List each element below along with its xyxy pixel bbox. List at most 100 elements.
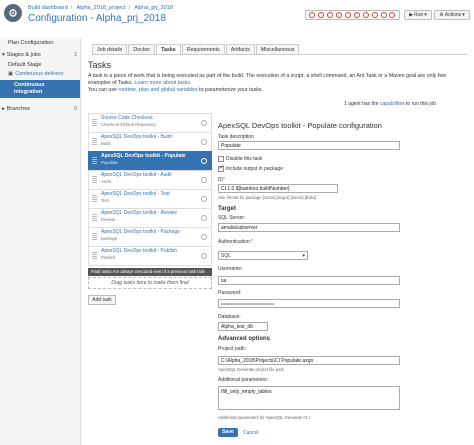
drag-handle-icon[interactable] xyxy=(92,214,97,222)
chevron-down-icon: ▾ xyxy=(462,12,465,18)
failed-build-icon[interactable] xyxy=(345,12,351,18)
failed-build-icon[interactable] xyxy=(353,12,360,18)
actions-label: Actions xyxy=(444,12,462,18)
add-task-button[interactable]: Add task xyxy=(88,295,116,305)
tab-requirements[interactable]: Requirements xyxy=(181,44,225,54)
sidebar-item-label: integration xyxy=(14,89,43,95)
drag-handle-icon[interactable] xyxy=(92,119,97,127)
sidebar-item-stages-jobs[interactable]: ▾ Stages & jobs 2 xyxy=(0,50,80,59)
run-button[interactable]: ▶ Run ▾ xyxy=(404,10,432,20)
drag-handle-icon[interactable] xyxy=(92,157,97,165)
run-label: Run xyxy=(414,12,424,18)
sidebar-item-default-stage[interactable]: Default Stage xyxy=(0,61,80,69)
description-line: examples of Tasks. Learn more about task… xyxy=(88,80,468,87)
task-status-icon xyxy=(201,120,207,126)
breadcrumb-build-dashboard[interactable]: Build dashboard xyxy=(28,5,68,11)
learn-more-link[interactable]: Learn more about tasks. xyxy=(134,80,191,86)
tab-artifacts[interactable]: Artifacts xyxy=(225,44,255,54)
failed-build-icon[interactable] xyxy=(371,12,378,18)
id-label: ID* xyxy=(218,177,225,183)
save-button[interactable]: Save xyxy=(218,428,238,437)
include-output-label: Include output in package xyxy=(226,166,283,172)
disable-task-checkbox[interactable] xyxy=(218,156,224,162)
task-item[interactable]: ApexSQL DevOps toolkit - Test Test xyxy=(88,189,212,209)
database-label: Database: xyxy=(218,314,241,320)
sql-server-input[interactable]: amalia\sqlserver xyxy=(218,223,400,232)
target-heading: Target xyxy=(218,206,236,212)
drag-handle-icon[interactable] xyxy=(92,138,97,146)
additional-params-textarea[interactable]: /fill_only_empty_tables xyxy=(218,386,400,410)
task-name: ApexSQL DevOps toolkit - Populate xyxy=(101,153,186,159)
breadcrumb-separator: / xyxy=(70,5,73,11)
task-item[interactable]: ApexSQL DevOps toolkit - Publish Publish xyxy=(88,246,212,266)
failed-build-icon[interactable] xyxy=(336,12,343,18)
password-input[interactable]: •••••••••••••••••••••••••••••••••••••• xyxy=(218,299,400,308)
database-input[interactable]: Alpha_test_db xyxy=(218,322,268,331)
authentication-label-text: Authentication: xyxy=(218,239,252,245)
final-tasks-dropzone[interactable]: Drag tasks here to make them final xyxy=(88,277,212,289)
sidebar-item-plan-configuration[interactable]: Plan Configuration xyxy=(0,39,80,47)
task-subtitle: Checkout Default Repository xyxy=(101,122,156,127)
sidebar-item-label: Continuous delivery xyxy=(15,71,64,77)
tab-miscellaneous[interactable]: Miscellaneous xyxy=(255,44,300,54)
breadcrumb-plan[interactable]: Alpha_prj_2018 xyxy=(134,5,173,11)
failed-build-icon[interactable] xyxy=(318,12,325,18)
tasks-heading: Tasks xyxy=(88,60,112,70)
capabilities-link[interactable]: capabilities xyxy=(380,101,405,107)
id-input[interactable]: CI.1.0.${bamboo.buildNumber} xyxy=(218,184,338,193)
task-item[interactable]: Source Code Checkout Checkout Default Rep… xyxy=(88,113,212,133)
task-item[interactable]: ApexSQL DevOps toolkit - Build Build xyxy=(88,132,212,152)
additional-params-label: Additional parameters: xyxy=(218,377,269,383)
sidebar-item-continuous-integration[interactable]: Continuous integration xyxy=(0,80,80,98)
task-subtitle: Populate xyxy=(101,160,118,165)
task-name: ApexSQL DevOps toolkit - Build xyxy=(101,134,172,140)
breadcrumb: Build dashboard / Alpha_2018_project / Alp… xyxy=(28,5,176,11)
task-item[interactable]: ApexSQL DevOps toolkit - Audit Audit xyxy=(88,170,212,190)
task-description-label: Task description xyxy=(218,134,254,140)
task-status-icon xyxy=(201,234,207,240)
gear-icon: ⚙ xyxy=(439,12,444,18)
sidebar-item-label: Plan Configuration xyxy=(8,40,54,46)
project-path-input[interactable]: C:\Alpha_2018\Projects\CI Populate.axgn xyxy=(218,356,400,365)
failed-build-icon[interactable] xyxy=(362,12,369,18)
description-text: You can use xyxy=(88,87,119,93)
sidebar: Plan Configuration ▾ Stages & jobs 2 Defa… xyxy=(0,38,81,445)
authentication-select[interactable]: SQL ▾ xyxy=(218,251,308,260)
variables-link[interactable]: runtime, plan and global variables xyxy=(118,87,197,93)
tab-tasks[interactable]: Tasks xyxy=(156,44,181,54)
plan-gear-icon xyxy=(4,4,22,22)
drag-handle-icon[interactable] xyxy=(92,176,97,184)
agent-text: to run this job xyxy=(404,101,437,107)
cancel-link[interactable]: Cancel xyxy=(243,430,259,436)
breadcrumb-project[interactable]: Alpha_2018_project xyxy=(77,5,126,11)
failed-build-icon[interactable] xyxy=(380,12,387,18)
build-status-history[interactable] xyxy=(305,10,400,20)
task-name: ApexSQL DevOps toolkit - Review xyxy=(101,210,177,216)
drag-handle-icon[interactable] xyxy=(92,195,97,203)
description-line: A task is a piece of work that is being … xyxy=(88,73,447,79)
task-name: ApexSQL DevOps toolkit - Audit xyxy=(101,172,172,178)
tab-job-details[interactable]: Job details xyxy=(92,44,128,54)
username-input[interactable]: sa xyxy=(218,276,400,285)
task-subtitle: Build xyxy=(101,141,111,146)
task-item-selected[interactable]: ApexSQL DevOps toolkit - Populate Populat… xyxy=(88,151,212,171)
authentication-label: Authentication:* xyxy=(218,239,253,245)
task-item[interactable]: ApexSQL DevOps toolkit - Package package xyxy=(88,227,212,247)
tab-docker[interactable]: Docker xyxy=(128,44,156,54)
failed-build-icon[interactable] xyxy=(327,12,334,18)
job-icon: ▣ xyxy=(8,71,14,77)
task-subtitle: Review xyxy=(101,217,116,222)
failed-build-icon[interactable] xyxy=(309,12,316,18)
task-item[interactable]: ApexSQL DevOps toolkit - Review Review xyxy=(88,208,212,228)
drag-handle-icon[interactable] xyxy=(92,252,97,260)
sidebar-item-continuous-delivery[interactable]: ▣ Continuous delivery xyxy=(0,70,80,78)
sidebar-item-branches[interactable]: ▸ Branches 0 xyxy=(0,104,80,113)
failed-build-icon[interactable] xyxy=(389,12,396,18)
actions-button[interactable]: ⚙ Actions ▾ xyxy=(434,10,470,20)
branches-count: 0 xyxy=(74,105,77,112)
task-description-input[interactable]: Populate xyxy=(218,141,400,150)
include-output-checkbox[interactable] xyxy=(218,164,224,172)
drag-handle-icon[interactable] xyxy=(92,233,97,241)
chevron-right-icon: ▸ xyxy=(2,105,5,112)
tab-divider xyxy=(92,54,468,55)
